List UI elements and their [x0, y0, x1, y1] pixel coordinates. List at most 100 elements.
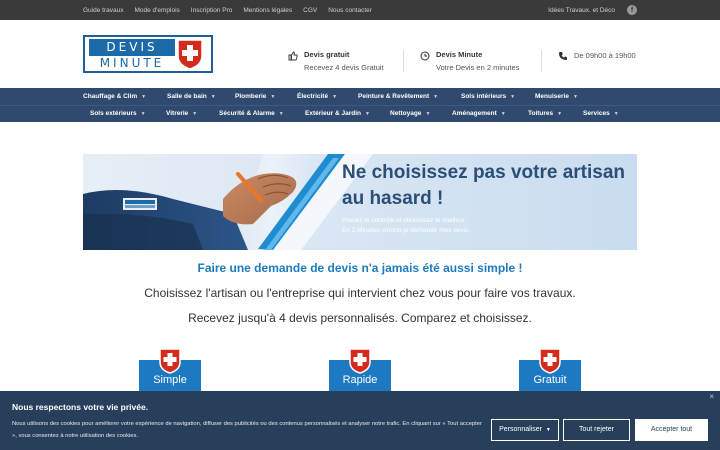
thumbs-up-icon [288, 51, 298, 61]
top-link-guide[interactable]: Guide travaux [83, 7, 123, 14]
nav-item-label: Toitures [528, 110, 554, 117]
chevron-down-icon: ▼ [425, 111, 431, 117]
nav-item-label: Services [583, 110, 610, 117]
clock-icon [420, 51, 430, 61]
nav-item-chauffage[interactable]: Chauffage & Clim ▼ [83, 88, 146, 105]
chevron-down-icon: ▼ [365, 111, 370, 117]
main-nav: Chauffage & Clim ▼ Salle de bain ▼ Plomber… [0, 88, 720, 122]
info-devis-gratuit-title: Devis gratuit [304, 50, 350, 59]
chevron-down-icon: ▼ [140, 111, 146, 117]
banner-headline: Ne choisissez pas votre artisan au hasar… [342, 162, 626, 209]
hero-banner: Ne choisissez pas votre artisan au hasar… [83, 154, 637, 250]
nav-item-services[interactable]: Services ▼ [583, 105, 619, 122]
main-paragraph-2: Recevez jusqu'à 4 devis personnalisés. C… [188, 311, 532, 325]
header-divider [541, 50, 542, 72]
top-link-idees[interactable]: Idées Travaux. et Déco [548, 7, 615, 14]
nav-item-label: Nettoyage [390, 110, 422, 117]
chevron-down-icon: ▼ [210, 94, 216, 100]
banner-subtext-line-1: Prenez le contrôle et choisissez le meil… [342, 217, 467, 224]
info-devis-gratuit: Devis gratuit Recevez 4 devis Gratuit [288, 50, 384, 72]
page: Guide travaux Mode d'emplois Inscription… [0, 0, 720, 450]
chevron-down-icon: ▼ [278, 111, 284, 117]
nav-item-vitrerie[interactable]: Vitrerie ▼ [166, 105, 197, 122]
nav-item-toitures[interactable]: Toitures ▼ [528, 105, 562, 122]
main-tagline: Faire une demande de devis n'a jamais ét… [197, 261, 523, 275]
swiss-cross-shield-icon [159, 348, 181, 374]
nav-item-peinture[interactable]: Peinture & Revêtement ▼ [358, 88, 438, 105]
badge-gratuit: Gratuit [519, 348, 581, 392]
nav-item-label: Sols intérieurs [461, 93, 507, 100]
cookie-customize-button[interactable]: Personnaliser ▼ [491, 419, 559, 441]
nav-item-exterieur-jardin[interactable]: Extérieur & Jardin ▼ [305, 105, 370, 122]
nav-item-label: Sécurité & Alarme [219, 110, 275, 117]
top-bar: Guide travaux Mode d'emplois Inscription… [0, 0, 720, 20]
nav-item-amenagement[interactable]: Aménagement ▼ [452, 105, 506, 122]
badge-label: Rapide [342, 374, 378, 386]
chevron-down-icon: ▼ [141, 94, 147, 100]
chevron-down-icon: ▼ [510, 94, 516, 100]
cookie-title: Nous respectons votre vie privée. [12, 402, 149, 412]
chevron-down-icon: ▼ [500, 111, 506, 117]
swiss-cross-shield-icon [349, 348, 371, 374]
phone-icon [559, 52, 567, 60]
site-logo[interactable]: DEVIS MINUTE [83, 35, 213, 73]
nav-item-label: Électricité [297, 93, 329, 100]
nav-item-electricite[interactable]: Électricité ▼ [297, 88, 337, 105]
nav-item-label: Aménagement [452, 110, 497, 117]
cookie-customize-label: Personnaliser [499, 426, 542, 433]
nav-item-sols-exterieurs[interactable]: Sols extérieurs ▼ [90, 105, 146, 122]
badge-label: Gratuit [533, 374, 567, 386]
chevron-down-icon: ▼ [332, 94, 338, 100]
top-link-mentions[interactable]: Mentions légales [243, 7, 292, 14]
cookie-description: Nous utilisons des cookies pour améliore… [12, 421, 482, 439]
info-phone-hours: De 09h00 à 19h00 [558, 50, 636, 61]
chevron-down-icon: ▼ [557, 111, 563, 117]
nav-item-menuiserie[interactable]: Menuiserie ▼ [535, 88, 578, 105]
logo-word-top: DEVIS [89, 39, 175, 55]
cookie-reject-button[interactable]: Tout rejeter [563, 419, 630, 441]
top-link-inscription[interactable]: Inscription Pro [191, 7, 233, 14]
nav-item-label: Peinture & Revêtement [358, 93, 430, 100]
header-divider [403, 50, 404, 72]
banner-subtext: Prenez le contrôle et choisissez le meil… [342, 216, 542, 236]
main-paragraph-1: Choisissez l'artisan ou l'entreprise qui… [144, 286, 576, 300]
facebook-icon[interactable]: f [627, 5, 637, 15]
nav-item-nettoyage[interactable]: Nettoyage ▼ [390, 105, 430, 122]
nav-item-plomberie[interactable]: Plomberie ▼ [235, 88, 275, 105]
badge-simple: Simple [139, 348, 201, 392]
cookie-accept-button[interactable]: Accepter tout [635, 419, 708, 441]
banner-subtext-line-2: En 2 Minutes chrono je demande mes devis… [342, 227, 471, 234]
nav-item-label: Sols extérieurs [90, 110, 137, 117]
chevron-down-icon: ▼ [613, 111, 619, 117]
nav-item-sols-interieurs[interactable]: Sols intérieurs ▼ [461, 88, 515, 105]
nav-item-securite[interactable]: Sécurité & Alarme ▼ [219, 105, 284, 122]
top-links: Guide travaux Mode d'emplois Inscription… [83, 0, 372, 20]
site-header: DEVIS MINUTE Devis gratuit Recevez 4 dev… [0, 20, 720, 88]
top-link-cgv[interactable]: CGV [303, 7, 317, 14]
nav-item-label: Extérieur & Jardin [305, 110, 361, 117]
info-devis-minute-title: Devis Minute [436, 50, 483, 59]
swiss-cross-shield-icon [177, 39, 203, 70]
nav-item-label: Menuiserie [535, 93, 569, 100]
nav-item-label: Plomberie [235, 93, 267, 100]
caret-down-icon: ▼ [545, 427, 551, 433]
swiss-cross-shield-icon [539, 348, 561, 374]
badge-rapide: Rapide [329, 348, 391, 392]
top-link-mode-emplois[interactable]: Mode d'emplois [134, 7, 179, 14]
chevron-down-icon: ▼ [572, 94, 578, 100]
top-right: Idées Travaux. et Déco f [548, 0, 637, 20]
chevron-down-icon: ▼ [433, 94, 439, 100]
info-phone-hours-text: De 09h00 à 19h00 [574, 51, 636, 60]
info-devis-minute: Devis Minute Votre Devis en 2 minutes [420, 50, 519, 72]
chevron-down-icon: ▼ [192, 111, 198, 117]
nav-item-label: Chauffage & Clim [83, 93, 138, 100]
info-devis-minute-subtitle: Votre Devis en 2 minutes [436, 63, 520, 72]
chevron-down-icon: ▼ [270, 94, 276, 100]
nav-item-salle-de-bain[interactable]: Salle de bain ▼ [167, 88, 216, 105]
top-link-contact[interactable]: Nous contacter [328, 7, 372, 14]
nav-item-label: Vitrerie [166, 110, 189, 117]
badge-label: Simple [153, 374, 187, 386]
close-icon[interactable]: × [709, 392, 714, 401]
logo-word-bottom: MINUTE [89, 55, 175, 70]
info-devis-gratuit-subtitle: Recevez 4 devis Gratuit [304, 63, 384, 72]
